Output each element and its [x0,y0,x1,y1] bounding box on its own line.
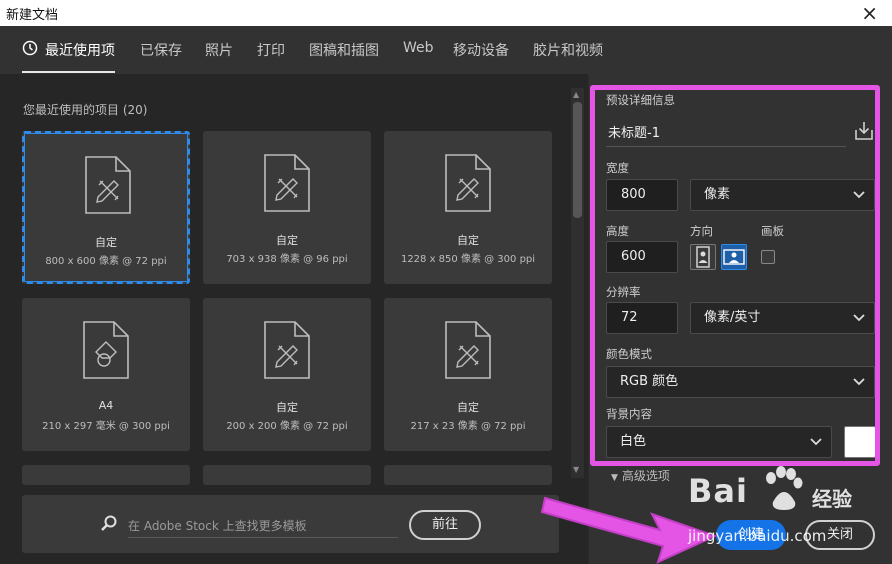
custom-doc-icon [445,321,491,379]
watermark-url: jingyan.baidu.com [688,527,827,545]
preset-card[interactable]: 自定 703 x 938 像素 @ 96 ppi [203,131,371,284]
active-tab-indicator [22,71,115,73]
tab-photo[interactable]: 照片 [205,40,233,60]
preset-name: A4 [98,399,114,412]
preset-name: 自定 [457,234,479,247]
tab-art-illustration[interactable]: 图稿和插图 [309,40,379,60]
scroll-up-icon[interactable]: ▲ [573,90,579,99]
watermark-brand: Bai [688,472,748,510]
search-icon [101,515,117,531]
recent-items-title: 您最近使用的项目 (20) [23,103,148,117]
color-mode-value: RGB 颜色 [620,374,679,389]
window-title: 新建文档 [6,8,59,23]
preset-name: 自定 [276,234,298,247]
tab-mobile[interactable]: 移动设备 [453,40,509,60]
preset-name: 自定 [95,236,117,249]
resolution-unit-dropdown[interactable]: 像素/英寸 [690,302,875,334]
custom-doc-icon [264,154,310,212]
document-name-field[interactable]: 未标题-1 [608,122,660,141]
chevron-down-icon [853,314,865,322]
preset-spec: 217 x 23 像素 @ 72 ppi [410,421,526,432]
width-input[interactable]: 800 [606,179,678,211]
landscape-icon [723,249,745,265]
resolution-label: 分辨率 [606,285,641,299]
tab-web[interactable]: Web [403,40,434,56]
orientation-label: 方向 [690,224,713,238]
preset-spec: 1228 x 850 像素 @ 300 ppi [400,254,536,265]
chevron-down-icon [853,191,865,199]
tab-recent[interactable]: 最近使用项 [45,40,115,60]
preset-card[interactable] [384,465,552,485]
preset-name: 自定 [457,401,479,414]
preset-card[interactable]: 自定 200 x 200 像素 @ 72 ppi [203,298,371,451]
chevron-down-icon [810,438,822,446]
portrait-button[interactable] [690,244,716,270]
preset-card[interactable] [203,465,371,485]
custom-doc-icon [85,156,131,214]
preset-category-tabs: 最近使用项 已保存 照片 打印 图稿和插图 Web 移动设备 胶片和视频 [0,26,892,74]
window-close-button[interactable]: × [861,1,878,25]
preset-card[interactable]: 自定 800 x 600 像素 @ 72 ppi [22,131,190,284]
scroll-down-icon[interactable]: ▼ [573,465,579,474]
stock-search-input[interactable] [128,514,398,538]
tab-film-video[interactable]: 胶片和视频 [533,40,603,60]
width-label: 宽度 [606,161,629,175]
preset-spec: 703 x 938 像素 @ 96 ppi [226,254,348,265]
advanced-options-label: 高级选项 [621,469,670,483]
portrait-icon [696,246,710,268]
background-dropdown[interactable]: 白色 [606,426,832,458]
chevron-down-icon: ▼ [611,473,618,483]
watermark-brand-suffix: 经验 [812,487,852,511]
artboard-checkbox[interactable] [761,250,775,264]
custom-doc-icon [264,321,310,379]
color-mode-dropdown[interactable]: RGB 颜色 [606,366,875,398]
landscape-button[interactable] [721,244,747,270]
advanced-options-toggle[interactable]: ▼ 高级选项 [611,467,670,484]
tab-saved[interactable]: 已保存 [140,40,182,60]
color-mode-label: 颜色模式 [606,347,652,361]
background-color-swatch[interactable] [844,426,876,458]
preset-name: 自定 [276,401,298,414]
document-name-underline [606,146,846,147]
resolution-unit-value: 像素/英寸 [704,310,761,325]
preset-card[interactable] [22,465,190,485]
save-preset-icon[interactable] [853,120,875,142]
artboard-label: 画板 [761,224,784,238]
preset-card[interactable]: A4 210 x 297 毫米 @ 300 ppi [22,298,190,451]
clock-icon [22,40,38,56]
print-doc-icon [83,321,129,379]
scrollbar-thumb[interactable] [573,102,582,218]
chevron-down-icon [853,378,865,386]
go-button[interactable]: 前往 [409,510,481,540]
width-unit-dropdown[interactable]: 像素 [690,179,875,211]
preset-details-header: 预设详细信息 [606,93,675,107]
height-label: 高度 [606,224,629,238]
width-unit-value: 像素 [704,187,731,202]
background-label: 背景内容 [606,407,652,421]
tab-print[interactable]: 打印 [257,40,285,60]
preset-spec: 200 x 200 像素 @ 72 ppi [226,421,348,432]
height-input[interactable]: 600 [606,241,678,273]
preset-spec: 800 x 600 像素 @ 72 ppi [45,256,167,267]
preset-card[interactable]: 自定 1228 x 850 像素 @ 300 ppi [384,131,552,284]
window-titlebar: 新建文档 × [0,0,892,26]
custom-doc-icon [445,154,491,212]
background-value: 白色 [620,434,647,449]
resolution-input[interactable]: 72 [606,302,678,334]
preset-card[interactable]: 自定 217 x 23 像素 @ 72 ppi [384,298,552,451]
preset-spec: 210 x 297 毫米 @ 300 ppi [42,421,170,432]
